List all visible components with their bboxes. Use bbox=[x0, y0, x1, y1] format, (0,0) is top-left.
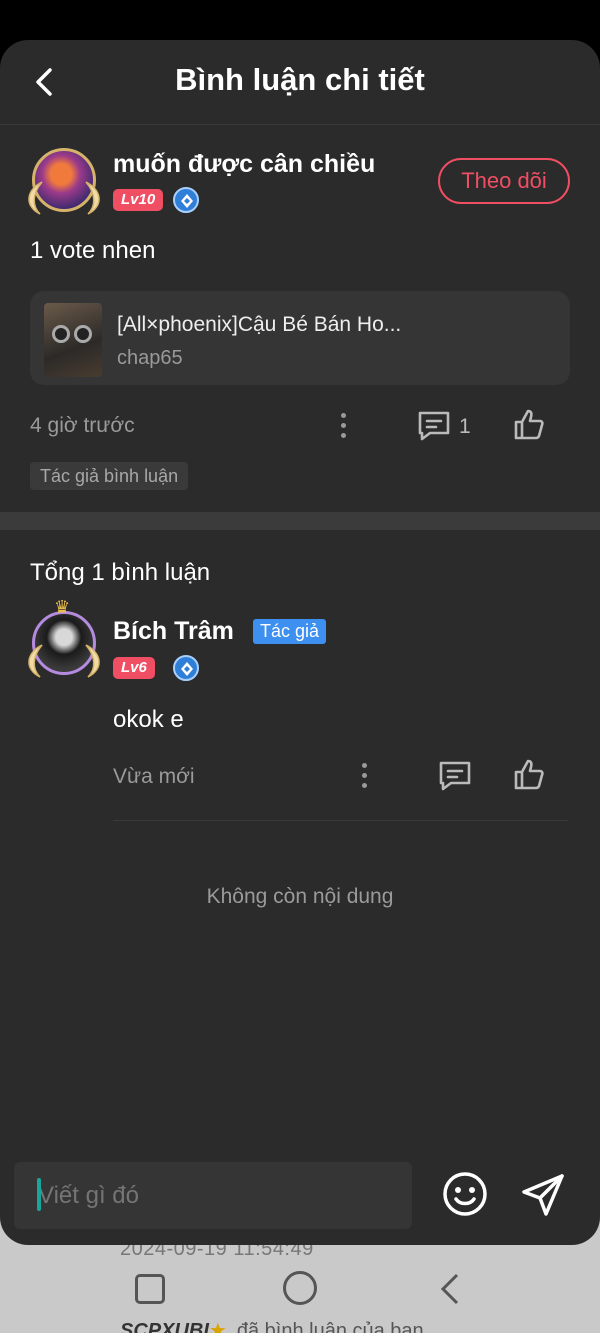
more-options-icon[interactable] bbox=[360, 763, 368, 793]
send-icon[interactable] bbox=[520, 1172, 566, 1218]
reply-user-name[interactable]: Bích Trâm bbox=[113, 617, 234, 646]
total-replies-label: Tổng 1 bình luận bbox=[30, 559, 211, 586]
recents-icon[interactable] bbox=[135, 1274, 165, 1304]
reply-text: okok e bbox=[113, 706, 184, 733]
like-icon[interactable] bbox=[512, 408, 546, 442]
comment-detail-sheet: Bình luận chi tiết muốn được cân chiều L… bbox=[0, 40, 600, 1245]
wing-frame-icon bbox=[28, 181, 43, 215]
level-badge: Lv10 bbox=[113, 189, 164, 211]
reply-avatar[interactable]: ♛ bbox=[24, 597, 104, 683]
follow-button[interactable]: Theo dõi bbox=[438, 158, 570, 204]
vip-diamond-icon bbox=[173, 655, 199, 681]
system-back-icon[interactable] bbox=[440, 1272, 460, 1306]
reply-divider bbox=[113, 820, 568, 821]
more-options-icon[interactable] bbox=[339, 413, 347, 443]
author-commented-tag: Tác giả bình luận bbox=[30, 462, 189, 490]
home-icon[interactable] bbox=[283, 1271, 317, 1305]
reply-icon[interactable] bbox=[416, 409, 452, 443]
book-cover bbox=[44, 303, 102, 377]
header: Bình luận chi tiết bbox=[0, 40, 600, 124]
text-caret bbox=[37, 1178, 41, 1211]
emoji-icon[interactable] bbox=[442, 1171, 488, 1217]
wing-frame-icon bbox=[28, 644, 43, 678]
end-of-content-label: Không còn nội dung bbox=[206, 885, 394, 908]
comment-input[interactable] bbox=[14, 1162, 412, 1229]
wing-frame-icon bbox=[85, 181, 100, 215]
commenter-avatar[interactable] bbox=[24, 140, 104, 220]
header-divider bbox=[0, 124, 600, 125]
commenter-name[interactable]: muốn được cân chiều bbox=[113, 150, 375, 179]
like-icon[interactable] bbox=[512, 758, 546, 792]
comment-text: 1 vote nhen bbox=[30, 237, 156, 264]
section-divider bbox=[0, 512, 600, 530]
system-nav-bar bbox=[0, 1248, 600, 1328]
reply-time: Vừa mới bbox=[113, 765, 195, 788]
comment-time: 4 giờ trước bbox=[30, 414, 135, 437]
crown-icon: ♛ bbox=[54, 597, 71, 617]
wing-frame-icon bbox=[85, 644, 100, 678]
author-badge: Tác giả bbox=[253, 619, 327, 644]
book-title: [All×phoenix]Cậu Bé Bán Ho... bbox=[117, 313, 402, 336]
book-chapter: chap65 bbox=[117, 347, 183, 369]
level-badge: Lv6 bbox=[113, 657, 155, 679]
reply-count: 1 bbox=[459, 415, 471, 438]
cover-art bbox=[74, 325, 92, 343]
cover-art bbox=[52, 325, 70, 343]
book-card[interactable]: [All×phoenix]Cậu Bé Bán Ho... chap65 bbox=[30, 291, 570, 385]
vip-diamond-icon bbox=[173, 187, 199, 213]
reply-icon[interactable] bbox=[437, 759, 473, 793]
page-title: Bình luận chi tiết bbox=[175, 62, 425, 97]
